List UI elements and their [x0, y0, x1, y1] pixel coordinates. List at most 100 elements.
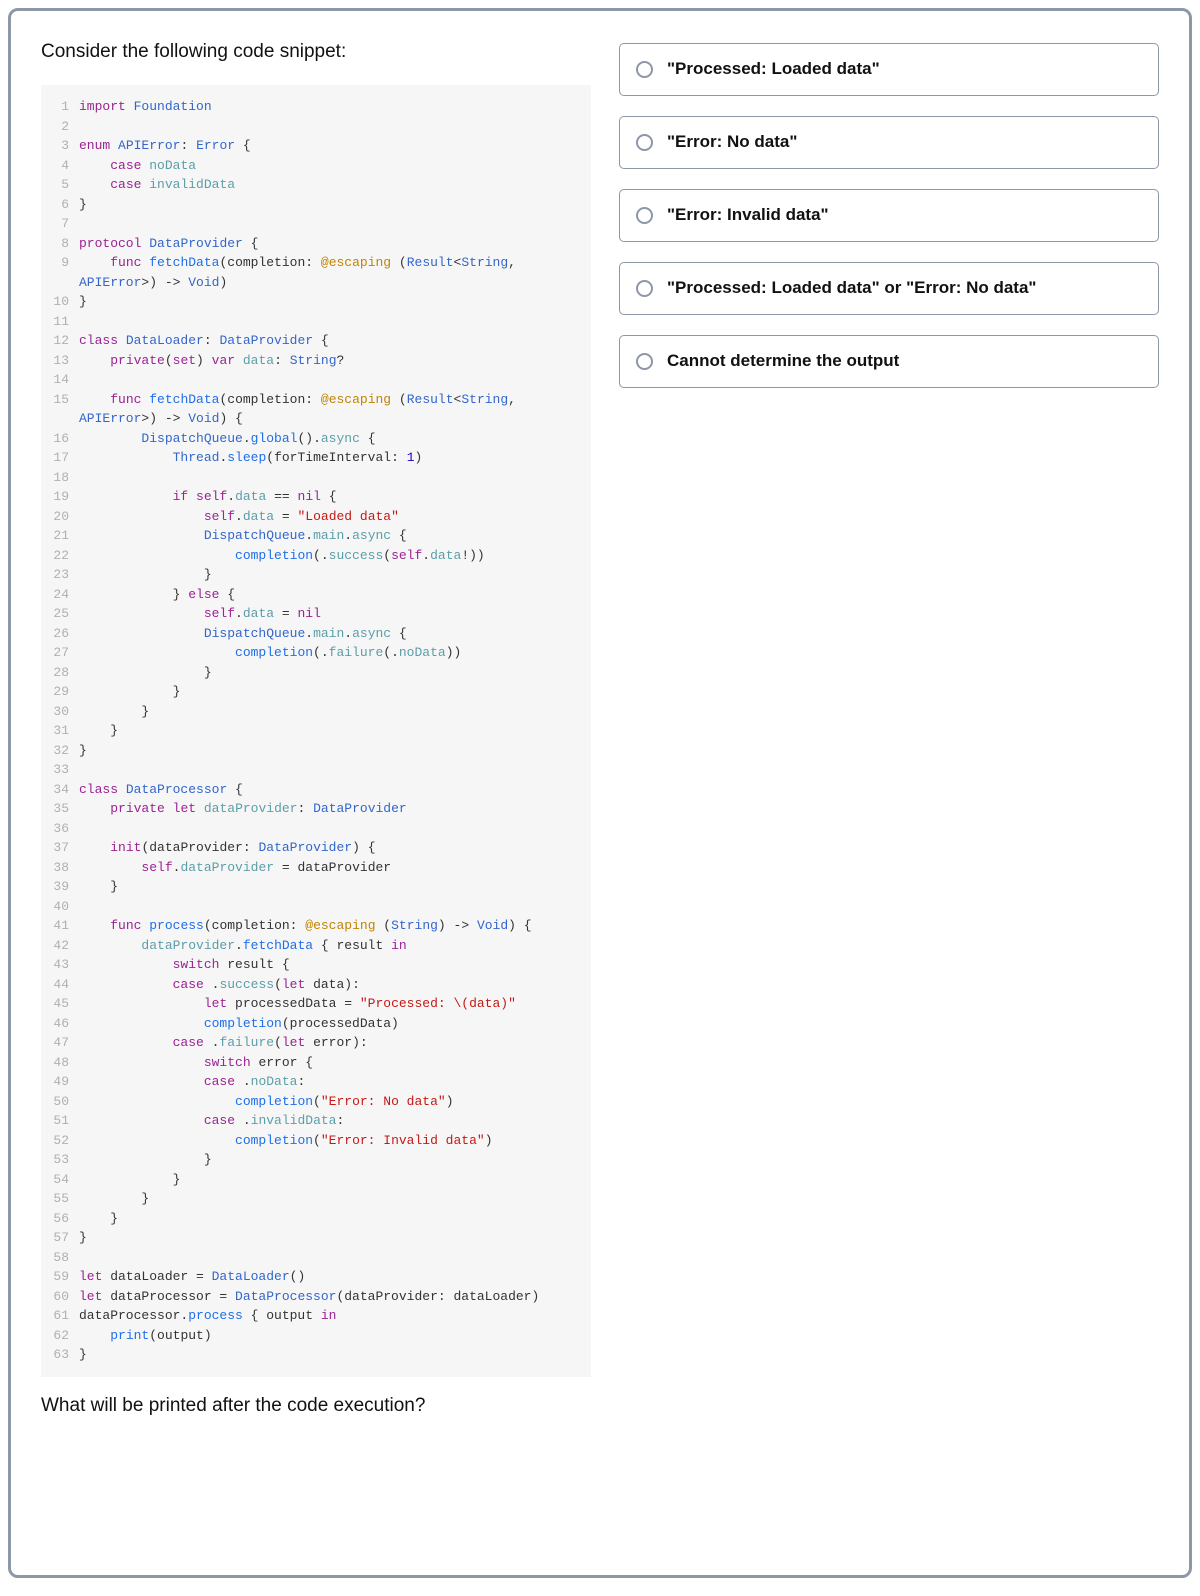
line-number: 44: [41, 975, 69, 995]
code-line: 49 case .noData:: [41, 1072, 577, 1092]
line-number: 3: [41, 136, 69, 156]
code-content: enum APIError: Error {: [79, 136, 251, 156]
code-line: 62 print(output): [41, 1326, 577, 1346]
code-line: 8protocol DataProvider {: [41, 234, 577, 254]
code-line: 60let dataProcessor = DataProcessor(data…: [41, 1287, 577, 1307]
line-number: 63: [41, 1345, 69, 1365]
code-content: completion("Error: No data"): [79, 1092, 454, 1112]
line-number: 24: [41, 585, 69, 605]
line-number: 26: [41, 624, 69, 644]
code-line: 52 completion("Error: Invalid data"): [41, 1131, 577, 1151]
radio-icon: [636, 207, 653, 224]
code-line: 12class DataLoader: DataProvider {: [41, 331, 577, 351]
line-number: 48: [41, 1053, 69, 1073]
code-line: 59let dataLoader = DataLoader(): [41, 1267, 577, 1287]
code-content: }: [79, 702, 149, 722]
code-content: }: [79, 1345, 87, 1365]
code-line: 7: [41, 214, 577, 234]
line-number: 57: [41, 1228, 69, 1248]
code-content: func process(completion: @escaping (Stri…: [79, 916, 532, 936]
code-line: 32}: [41, 741, 577, 761]
line-number: 60: [41, 1287, 69, 1307]
code-content: import Foundation: [79, 97, 212, 117]
code-line: 41 func process(completion: @escaping (S…: [41, 916, 577, 936]
line-number: 41: [41, 916, 69, 936]
code-line: 33: [41, 760, 577, 780]
code-content: self.data = "Loaded data": [79, 507, 399, 527]
code-line: 40: [41, 897, 577, 917]
answer-option-5[interactable]: Cannot determine the output: [619, 335, 1159, 388]
line-number: 10: [41, 292, 69, 312]
code-line: 56 }: [41, 1209, 577, 1229]
code-line: 43 switch result {: [41, 955, 577, 975]
line-number: 9: [41, 253, 69, 292]
line-number: 8: [41, 234, 69, 254]
code-content: completion("Error: Invalid data"): [79, 1131, 493, 1151]
line-number: 49: [41, 1072, 69, 1092]
code-line: 20 self.data = "Loaded data": [41, 507, 577, 527]
code-line: 44 case .success(let data):: [41, 975, 577, 995]
code-line: 18: [41, 468, 577, 488]
code-line: 35 private let dataProvider: DataProvide…: [41, 799, 577, 819]
line-number: 58: [41, 1248, 69, 1268]
line-number: 30: [41, 702, 69, 722]
answer-option-3[interactable]: "Error: Invalid data": [619, 189, 1159, 242]
line-number: 17: [41, 448, 69, 468]
line-number: 27: [41, 643, 69, 663]
line-number: 2: [41, 117, 69, 137]
code-line: 11: [41, 312, 577, 332]
code-line: 6}: [41, 195, 577, 215]
line-number: 6: [41, 195, 69, 215]
code-content: }: [79, 741, 87, 761]
code-line: 58: [41, 1248, 577, 1268]
code-content: private(set) var data: String?: [79, 351, 344, 371]
code-content: DispatchQueue.main.async {: [79, 526, 407, 546]
answers-column: "Processed: Loaded data" "Error: No data"…: [619, 41, 1159, 388]
line-number: 35: [41, 799, 69, 819]
code-content: if self.data == nil {: [79, 487, 337, 507]
code-content: }: [79, 877, 118, 897]
line-number: 15: [41, 390, 69, 429]
line-number: 16: [41, 429, 69, 449]
code-content: case .success(let data):: [79, 975, 360, 995]
two-column-layout: Consider the following code snippet: 1im…: [41, 41, 1159, 1417]
code-line: 5 case invalidData: [41, 175, 577, 195]
code-content: self.dataProvider = dataProvider: [79, 858, 391, 878]
code-line: 17 Thread.sleep(forTimeInterval: 1): [41, 448, 577, 468]
line-number: 43: [41, 955, 69, 975]
code-line: 30 }: [41, 702, 577, 722]
line-number: 52: [41, 1131, 69, 1151]
code-line: 13 private(set) var data: String?: [41, 351, 577, 371]
code-content: }: [79, 663, 212, 683]
line-number: 21: [41, 526, 69, 546]
radio-icon: [636, 280, 653, 297]
line-number: 28: [41, 663, 69, 683]
code-content: }: [79, 682, 180, 702]
code-line: 25 self.data = nil: [41, 604, 577, 624]
line-number: 14: [41, 370, 69, 390]
code-content: completion(.success(self.data!)): [79, 546, 485, 566]
question-followup: What will be printed after the code exec…: [41, 1395, 591, 1417]
question-intro: Consider the following code snippet:: [41, 41, 591, 63]
code-content: dataProcessor.process { output in: [79, 1306, 336, 1326]
code-line: 36: [41, 819, 577, 839]
code-line: 21 DispatchQueue.main.async {: [41, 526, 577, 546]
answer-option-1[interactable]: "Processed: Loaded data": [619, 43, 1159, 96]
answer-option-4[interactable]: "Processed: Loaded data" or "Error: No d…: [619, 262, 1159, 315]
line-number: 34: [41, 780, 69, 800]
line-number: 51: [41, 1111, 69, 1131]
code-content: }: [79, 565, 212, 585]
answer-option-2[interactable]: "Error: No data": [619, 116, 1159, 169]
code-line: 2: [41, 117, 577, 137]
code-content: }: [79, 1150, 212, 1170]
code-content: switch result {: [79, 955, 290, 975]
code-line: 45 let processedData = "Processed: \(dat…: [41, 994, 577, 1014]
line-number: 54: [41, 1170, 69, 1190]
code-content: case .failure(let error):: [79, 1033, 368, 1053]
line-number: 50: [41, 1092, 69, 1112]
line-number: 22: [41, 546, 69, 566]
code-line: 15 func fetchData(completion: @escaping …: [41, 390, 577, 429]
question-column: Consider the following code snippet: 1im…: [41, 41, 591, 1417]
code-content: print(output): [79, 1326, 212, 1346]
line-number: 39: [41, 877, 69, 897]
